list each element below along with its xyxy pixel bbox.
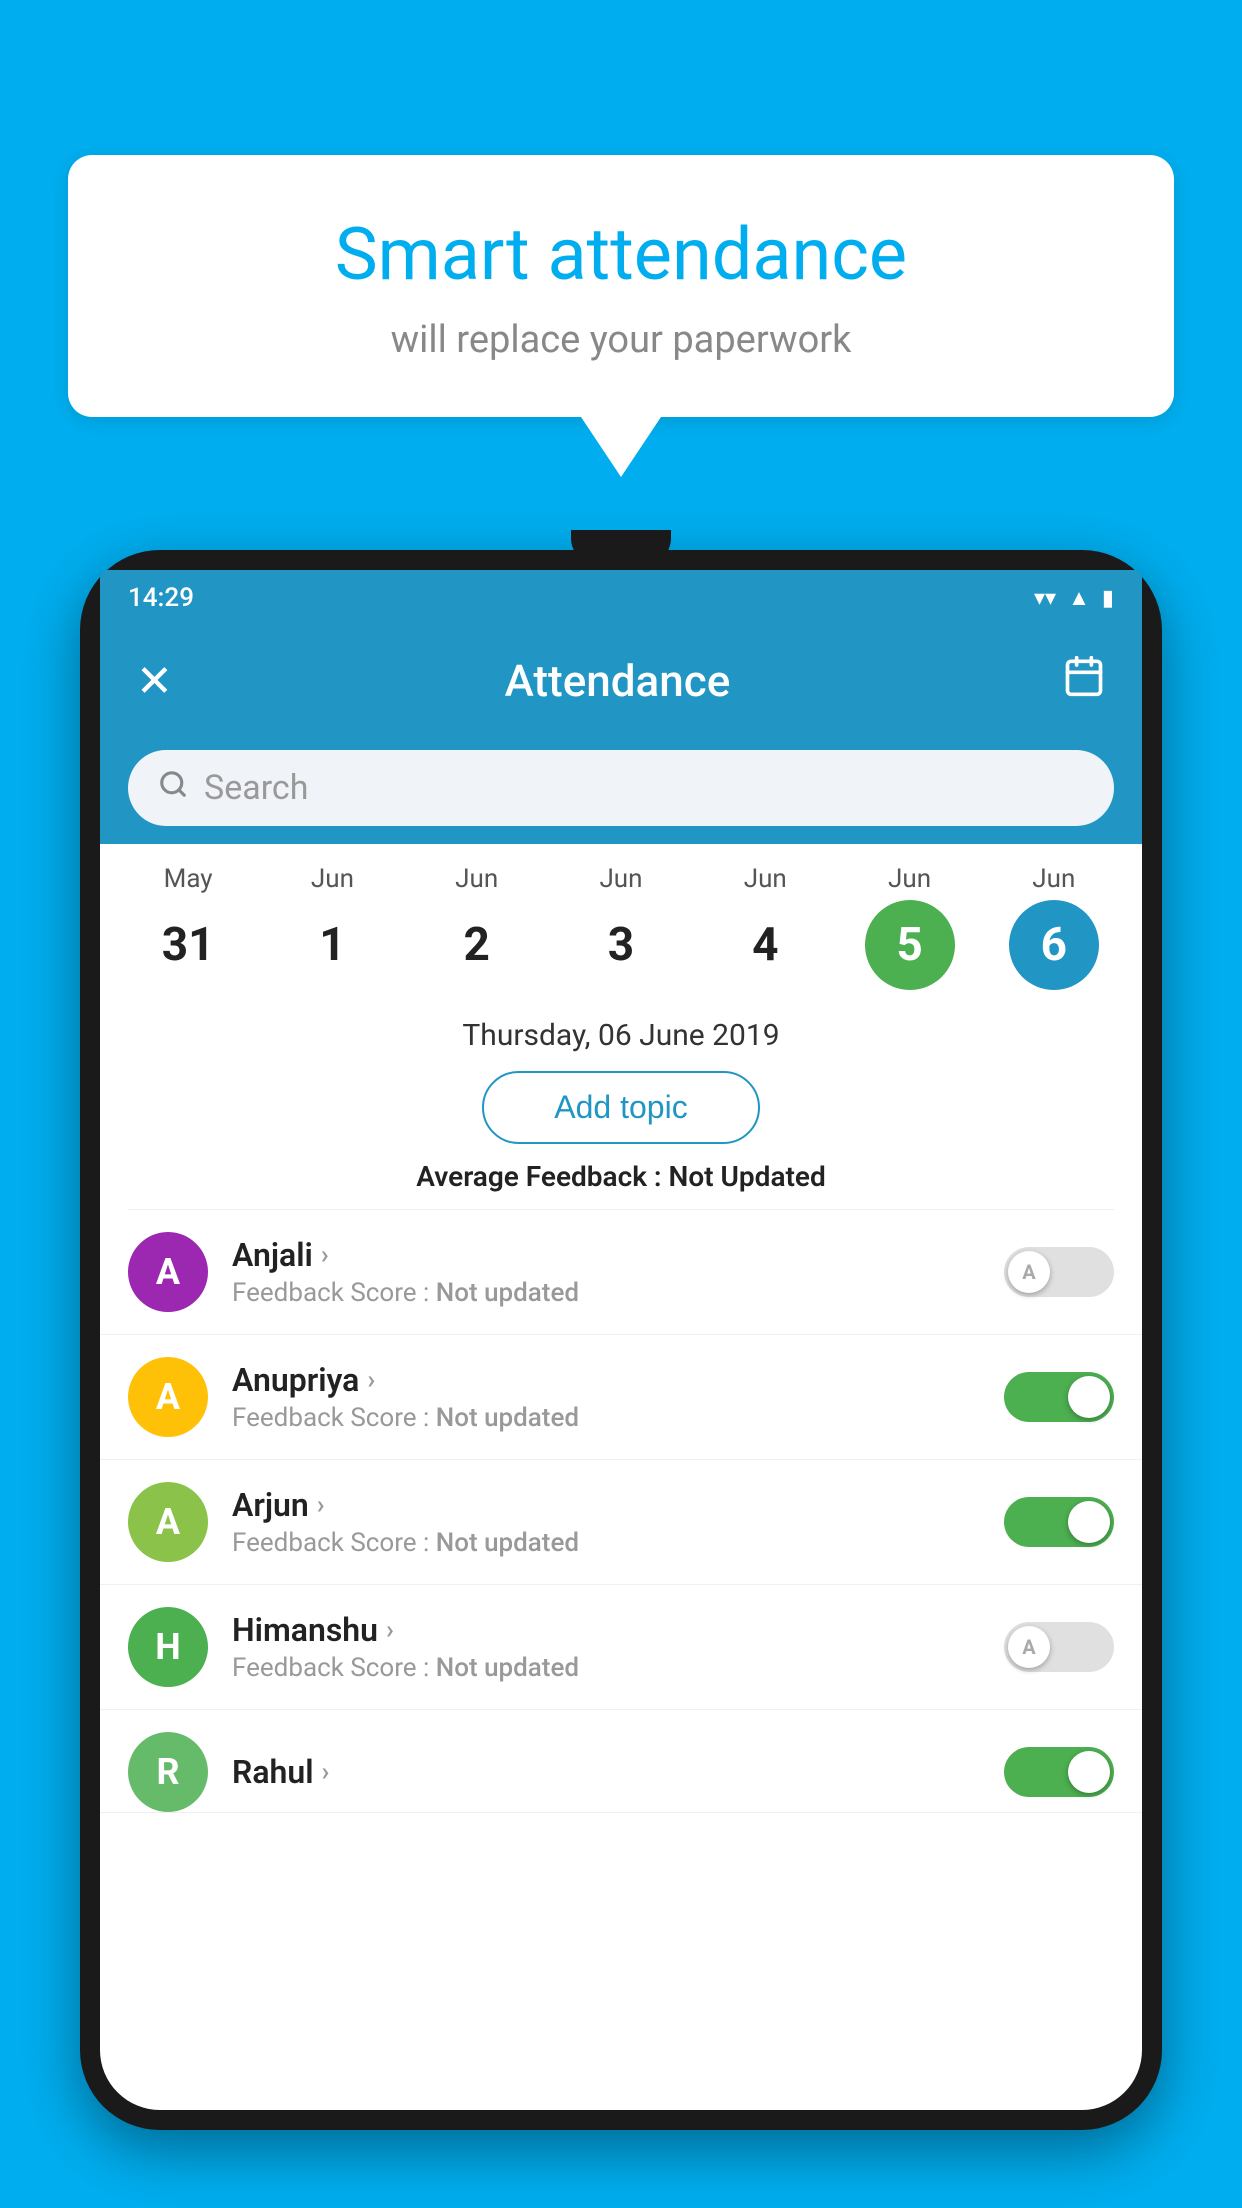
search-bar[interactable]: Search (128, 750, 1114, 826)
search-icon (158, 769, 188, 807)
chevron-icon: › (321, 1240, 329, 1270)
app-bar-title: Attendance (505, 655, 731, 707)
toggle-arjun[interactable]: P (1004, 1497, 1114, 1547)
search-container: Search (100, 736, 1142, 844)
date-jun5[interactable]: Jun 5 (850, 864, 970, 990)
chevron-icon: › (317, 1490, 325, 1520)
attendance-toggle-anupriya[interactable]: P (1004, 1372, 1114, 1422)
selected-date: Thursday, 06 June 2019 (100, 1000, 1142, 1061)
student-name-anjali: Anjali › (232, 1236, 980, 1274)
date-jun2[interactable]: Jun 2 (417, 864, 537, 990)
bubble-tail (581, 417, 661, 477)
add-topic-button[interactable]: Add topic (482, 1071, 759, 1144)
attendance-toggle-arjun[interactable]: P (1004, 1497, 1114, 1547)
app-bar: ✕ Attendance (100, 626, 1142, 736)
status-icons: ▾▾ ▲ ▮ (1034, 585, 1114, 611)
speech-bubble: Smart attendance will replace your paper… (68, 155, 1174, 417)
avatar-himanshu: H (128, 1607, 208, 1687)
date-jun4[interactable]: Jun 4 (705, 864, 825, 990)
date-jun1[interactable]: Jun 1 (272, 864, 392, 990)
avatar-anjali: A (128, 1232, 208, 1312)
phone-screen: ✕ Attendance (100, 626, 1142, 2110)
student-info-himanshu[interactable]: Himanshu › Feedback Score : Not updated (232, 1611, 980, 1683)
avg-feedback: Average Feedback : Not Updated (100, 1160, 1142, 1209)
student-row: A Anjali › Feedback Score : Not updated … (100, 1210, 1142, 1335)
calendar-icon[interactable] (1062, 654, 1106, 708)
close-button[interactable]: ✕ (136, 655, 173, 707)
toggle-anjali[interactable]: A (1004, 1247, 1114, 1297)
attendance-toggle-partial[interactable]: P (1004, 1747, 1114, 1797)
student-info-partial: Rahul › (232, 1753, 980, 1791)
add-topic-container: Add topic (100, 1061, 1142, 1160)
toggle-anupriya[interactable]: P (1004, 1372, 1114, 1422)
feedback-anupriya: Feedback Score : Not updated (232, 1403, 980, 1433)
avatar-partial: R (128, 1732, 208, 1812)
chevron-icon: › (386, 1615, 394, 1645)
date-jun3[interactable]: Jun 3 (561, 864, 681, 990)
signal-icon: ▲ (1068, 585, 1090, 611)
toggle-himanshu[interactable]: A (1004, 1622, 1114, 1672)
avatar-arjun: A (128, 1482, 208, 1562)
student-name-himanshu: Himanshu › (232, 1611, 980, 1649)
student-name-anupriya: Anupriya › (232, 1361, 980, 1399)
feedback-anjali: Feedback Score : Not updated (232, 1278, 980, 1308)
student-name-arjun: Arjun › (232, 1486, 980, 1524)
wifi-icon: ▾▾ (1034, 586, 1056, 611)
bubble-title: Smart attendance (128, 215, 1114, 294)
student-row: A Anupriya › Feedback Score : Not update… (100, 1335, 1142, 1460)
student-row: H Himanshu › Feedback Score : Not update… (100, 1585, 1142, 1710)
phone-frame: 14:29 ▾▾ ▲ ▮ ✕ Attendance (80, 550, 1162, 2130)
speech-bubble-container: Smart attendance will replace your paper… (68, 155, 1174, 477)
student-row-partial: R Rahul › P (100, 1710, 1142, 1813)
attendance-toggle-anjali[interactable]: A (1004, 1247, 1114, 1297)
date-jun6[interactable]: Jun 6 (994, 864, 1114, 990)
date-may31[interactable]: May 31 (128, 864, 248, 990)
attendance-toggle-himanshu[interactable]: A (1004, 1622, 1114, 1672)
feedback-arjun: Feedback Score : Not updated (232, 1528, 980, 1558)
student-name-partial: Rahul › (232, 1753, 980, 1791)
phone-container: 14:29 ▾▾ ▲ ▮ ✕ Attendance (80, 550, 1162, 2208)
phone-notch (571, 530, 671, 566)
calendar-strip: May 31 Jun 1 Jun 2 Jun 3 Jun 4 (100, 844, 1142, 1000)
student-info-anupriya[interactable]: Anupriya › Feedback Score : Not updated (232, 1361, 980, 1433)
feedback-himanshu: Feedback Score : Not updated (232, 1653, 980, 1683)
status-bar: 14:29 ▾▾ ▲ ▮ (100, 570, 1142, 626)
chevron-icon: › (322, 1757, 330, 1787)
avatar-anupriya: A (128, 1357, 208, 1437)
student-info-anjali[interactable]: Anjali › Feedback Score : Not updated (232, 1236, 980, 1308)
battery-icon: ▮ (1102, 586, 1114, 611)
toggle-partial[interactable]: P (1004, 1747, 1114, 1797)
search-input[interactable]: Search (204, 768, 308, 808)
bubble-subtitle: will replace your paperwork (128, 318, 1114, 362)
chevron-icon: › (367, 1365, 375, 1395)
status-time: 14:29 (128, 583, 194, 613)
student-row: A Arjun › Feedback Score : Not updated P (100, 1460, 1142, 1585)
student-info-arjun[interactable]: Arjun › Feedback Score : Not updated (232, 1486, 980, 1558)
